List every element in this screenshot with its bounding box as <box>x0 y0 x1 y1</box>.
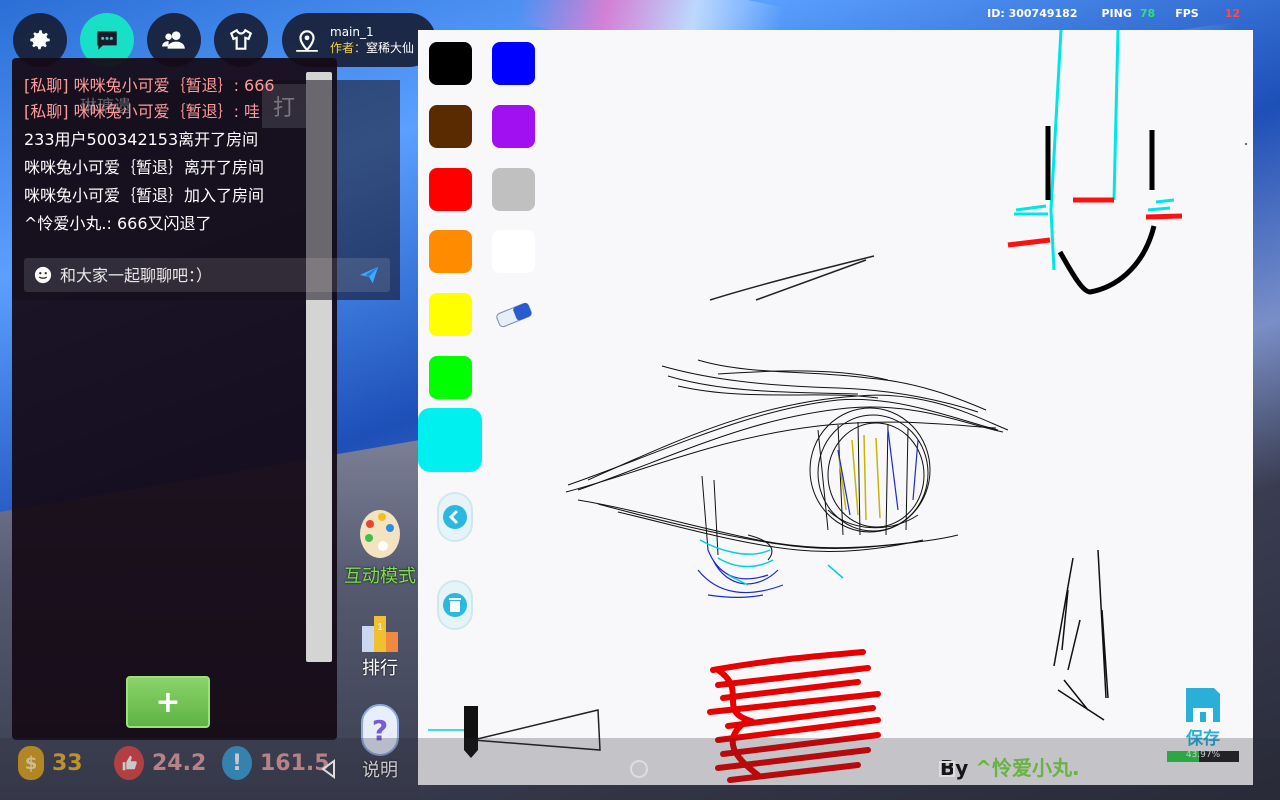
color-swatch-gray[interactable] <box>492 168 535 211</box>
chat-message: [私聊] 咪咪兔小可爱｛暂退｝: 哇 <box>24 102 261 121</box>
fps-value: 12 <box>1224 7 1240 20</box>
color-swatch-purple[interactable] <box>492 105 535 148</box>
chat-bubble-icon <box>97 31 117 50</box>
color-swatch-orange[interactable] <box>429 230 472 273</box>
help-label: 说明 <box>362 760 398 781</box>
chat-message: ^怜爱小丸.: 666又闪退了 <box>24 214 212 233</box>
like-stat: 24.2 <box>114 746 206 780</box>
room-name: main_1 <box>330 25 374 39</box>
canvas-drawing <box>428 30 1247 783</box>
shirt-icon <box>229 28 253 50</box>
map-pin-icon <box>296 30 318 52</box>
thumbs-up-icon <box>114 746 144 780</box>
interactive-mode-button[interactable]: 互动模式 <box>340 500 420 588</box>
chevron-left-icon <box>443 505 467 529</box>
save-progress-label: 43.97% <box>1185 750 1221 760</box>
chat-input[interactable] <box>60 265 350 285</box>
color-swatch-white[interactable] <box>492 230 535 273</box>
chat-message: [私聊] 咪咪兔小可爱｛暂退｝: 666 <box>24 76 275 95</box>
report-stat: ! 161.5 <box>222 746 330 780</box>
nav-back-icon[interactable] <box>318 758 340 780</box>
ranking-label: 排行 <box>362 658 398 679</box>
svg-text:1: 1 <box>377 622 383 633</box>
color-swatch-black[interactable] <box>429 42 472 85</box>
player-id: ID: 300749182 <box>987 7 1078 20</box>
room-author-label: 作者： <box>330 41 367 55</box>
nav-recents-icon[interactable] <box>936 758 958 780</box>
alert-icon: ! <box>222 746 252 780</box>
help-icon: ? <box>361 704 399 756</box>
send-icon[interactable] <box>358 264 380 286</box>
interactive-mode-label: 互动模式 <box>344 566 416 587</box>
fps-label: FPS <box>1175 7 1199 20</box>
color-swatch-green[interactable] <box>429 356 472 399</box>
podium-icon: 1 <box>362 616 398 652</box>
gear-icon <box>30 30 50 50</box>
chat-input-bar <box>24 258 390 292</box>
ranking-button[interactable]: 1 排行 <box>340 610 420 680</box>
save-label: 保存 <box>1186 729 1220 749</box>
trash-icon <box>443 593 467 617</box>
byline-author: ^怜爱小丸. <box>975 756 1080 780</box>
save-button[interactable]: 保存 <box>1182 686 1224 749</box>
color-swatch-red[interactable] <box>429 168 472 211</box>
clear-canvas-button[interactable] <box>437 580 473 630</box>
byline: By ^怜爱小丸. <box>940 752 1080 781</box>
users-icon <box>162 31 185 49</box>
ping-label: PING <box>1101 7 1132 20</box>
color-swatch-yellow[interactable] <box>429 293 472 336</box>
room-author: 作者：窒稀大仙 <box>330 40 414 56</box>
save-progress: 43.97% <box>1167 750 1239 762</box>
coin-count: 33 <box>52 750 83 776</box>
room-author-value: 窒稀大仙 <box>366 41 415 55</box>
smiley-icon[interactable] <box>34 266 52 284</box>
chat-message: 咪咪兔小可爱｛暂退｝加入了房间 <box>24 186 265 205</box>
chat-message: 233用户500342153离开了房间 <box>24 130 259 149</box>
back-button[interactable] <box>437 492 473 542</box>
color-swatch-cyan-selected[interactable] <box>418 408 482 472</box>
floppy-disk-icon <box>1186 688 1220 722</box>
help-button[interactable]: ? 说明 <box>340 704 420 782</box>
drawing-canvas[interactable] <box>418 30 1253 785</box>
add-button[interactable]: + <box>126 676 210 728</box>
chat-message: 咪咪兔小可爱｛暂退｝离开了房间 <box>24 158 265 177</box>
chat-messages: [私聊] 咪咪兔小可爱｛暂退｝: 666 [私聊] 咪咪兔小可爱｛暂退｝: 哇 … <box>24 76 314 238</box>
palette-icon <box>360 510 400 558</box>
ping-value: 78 <box>1139 7 1156 20</box>
eraser-button[interactable] <box>492 293 535 336</box>
like-count: 24.2 <box>152 750 207 776</box>
color-swatch-blue[interactable] <box>492 42 535 85</box>
coin-icon: $ <box>18 746 44 780</box>
color-swatch-brown[interactable] <box>429 105 472 148</box>
coin-stat: $ 33 <box>18 746 83 780</box>
nav-home-icon[interactable] <box>628 758 650 780</box>
network-stats: ID: 300749182 PING 78 FPS 12 <box>987 7 1240 20</box>
eraser-icon <box>495 302 532 327</box>
